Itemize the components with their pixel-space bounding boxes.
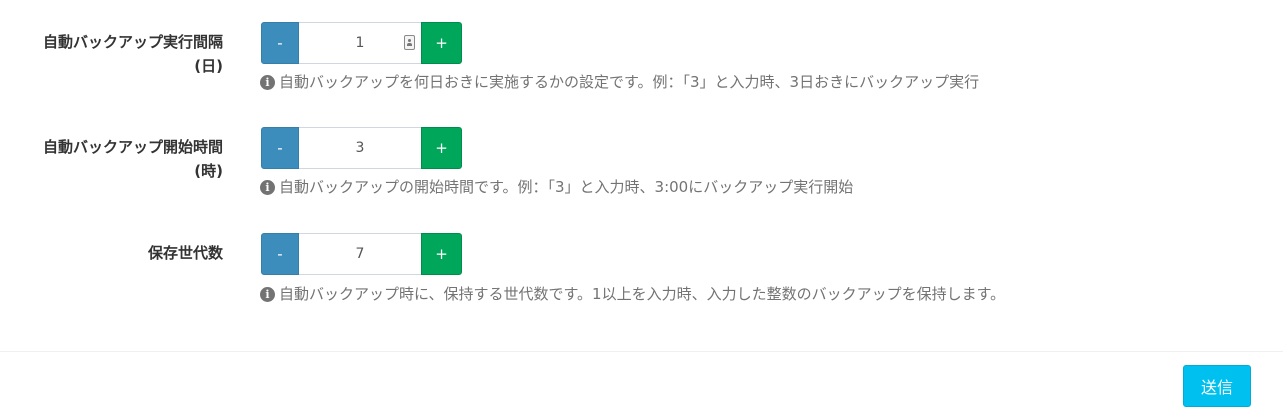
- help-text-content: 自動バックアップを何日おきに実施するかの設定です。例：「3」と入力時、3日おきに…: [279, 73, 980, 91]
- field-label-line1: 自動バックアップ開始時間: [42, 138, 223, 156]
- help-text-content: 自動バックアップ時に、保持する世代数です。1以上を入力時、入力した整数のバックア…: [279, 285, 1006, 303]
- decrement-button[interactable]: -: [261, 127, 299, 169]
- increment-button[interactable]: +: [421, 233, 462, 275]
- field-label-line1: 保存世代数: [147, 244, 223, 262]
- footer-divider: [0, 351, 1283, 352]
- increment-button[interactable]: +: [421, 127, 462, 169]
- backup-interval-stepper: - 1 +: [261, 22, 462, 64]
- help-text-content: 自動バックアップの開始時間です。例：「3」と入力時、3:00にバックアップ実行開…: [279, 178, 854, 196]
- backup-start-time-input[interactable]: 3: [299, 127, 421, 169]
- field-label: 保存世代数: [3, 241, 223, 265]
- backup-start-time-stepper: - 3 +: [261, 127, 462, 169]
- field-label-line2: (日): [194, 57, 223, 75]
- help-text: i 自動バックアップの開始時間です。例：「3」と入力時、3:00にバックアップ実…: [260, 177, 853, 197]
- backup-interval-input[interactable]: 1: [299, 22, 421, 64]
- decrement-button[interactable]: -: [261, 22, 299, 64]
- help-text: i 自動バックアップ時に、保持する世代数です。1以上を入力時、入力した整数のバッ…: [260, 284, 1005, 304]
- field-label-line1: 自動バックアップ実行間隔: [42, 33, 223, 51]
- increment-button[interactable]: +: [421, 22, 462, 64]
- input-value: 7: [355, 246, 365, 262]
- info-icon: i: [260, 74, 275, 90]
- contact-card-icon[interactable]: [404, 35, 415, 50]
- field-label: 自動バックアップ開始時間 (時): [3, 135, 223, 183]
- input-value: 3: [355, 140, 365, 156]
- field-label-line2: (時): [194, 162, 223, 180]
- decrement-button[interactable]: -: [261, 233, 299, 275]
- help-text: i 自動バックアップを何日おきに実施するかの設定です。例：「3」と入力時、3日お…: [260, 72, 979, 92]
- field-label: 自動バックアップ実行間隔 (日): [3, 30, 223, 78]
- retention-generations-stepper: - 7 +: [261, 233, 462, 275]
- input-value: 1: [355, 35, 365, 51]
- backup-settings-form: 自動バックアップ実行間隔 (日) - 1 + i 自動バックアップを何日おきに実…: [0, 0, 1283, 416]
- info-icon: i: [260, 286, 275, 302]
- retention-generations-input[interactable]: 7: [299, 233, 421, 275]
- info-icon: i: [260, 179, 275, 195]
- submit-button[interactable]: 送信: [1183, 365, 1251, 407]
